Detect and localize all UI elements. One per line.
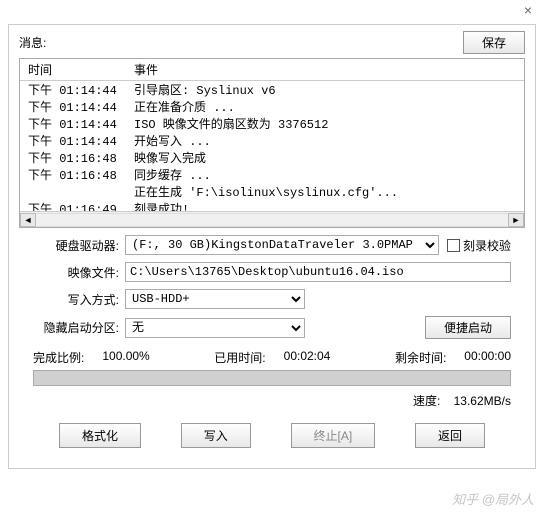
- image-field[interactable]: [125, 262, 511, 282]
- progress-bar: [34, 371, 510, 385]
- panel-header: 消息: 保存: [19, 31, 525, 54]
- mode-label: 写入方式:: [33, 291, 125, 308]
- abort-button[interactable]: 终止[A]: [291, 423, 376, 448]
- log-event: 引导扇区: Syslinux v6: [130, 83, 524, 100]
- percent-value: 100.00%: [102, 349, 149, 366]
- write-button[interactable]: 写入: [181, 423, 251, 448]
- log-row[interactable]: 下午 01:14:44开始写入 ...: [20, 134, 524, 151]
- log-body[interactable]: 下午 01:14:44引导扇区: Syslinux v6下午 01:14:44正…: [20, 81, 524, 211]
- log-row[interactable]: 下午 01:14:44引导扇区: Syslinux v6: [20, 83, 524, 100]
- log-event: 正在准备介质 ...: [130, 100, 524, 117]
- verify-checkbox-wrap[interactable]: 刻录校验: [447, 237, 511, 254]
- log-time: 下午 01:14:44: [20, 83, 130, 100]
- log-event: 开始写入 ...: [130, 134, 524, 151]
- save-button[interactable]: 保存: [463, 31, 525, 54]
- watermark: 知乎 @局外人: [452, 489, 534, 508]
- button-row: 格式化 写入 终止[A] 返回: [59, 423, 485, 448]
- log-event: 映像写入完成: [130, 151, 524, 168]
- col-time-header: 时间: [20, 61, 130, 78]
- format-button[interactable]: 格式化: [59, 423, 141, 448]
- scroll-left-arrow-icon[interactable]: ◄: [20, 213, 36, 227]
- scroll-track[interactable]: [36, 213, 508, 227]
- log-time: 下午 01:16:48: [20, 151, 130, 168]
- conv-boot-button[interactable]: 便捷启动: [425, 316, 511, 339]
- log-row[interactable]: 下午 01:16:48同步缓存 ...: [20, 168, 524, 185]
- close-icon[interactable]: ×: [524, 2, 532, 18]
- log-time: 下午 01:16:49: [20, 202, 130, 211]
- hidden-select[interactable]: 无: [125, 318, 305, 338]
- remain-value: 00:00:00: [464, 349, 511, 366]
- col-event-header: 事件: [130, 61, 524, 78]
- log-row[interactable]: 下午 01:14:44ISO 映像文件的扇区数为 3376512: [20, 117, 524, 134]
- log-event: ISO 映像文件的扇区数为 3376512: [130, 117, 524, 134]
- speed-row: 速度: 13.62MB/s: [33, 392, 511, 409]
- log-time: 下午 01:16:48: [20, 168, 130, 185]
- log-time: 下午 01:14:44: [20, 117, 130, 134]
- log-row[interactable]: 下午 01:16:49刻录成功!: [20, 202, 524, 211]
- drive-select[interactable]: (F:, 30 GB)KingstonDataTraveler 3.0PMAP: [125, 235, 439, 255]
- form: 硬盘驱动器: (F:, 30 GB)KingstonDataTraveler 3…: [33, 235, 511, 339]
- verify-label: 刻录校验: [463, 237, 511, 254]
- log-time: [20, 185, 130, 202]
- log-time: 下午 01:14:44: [20, 100, 130, 117]
- elapsed-label: 已用时间:: [214, 349, 265, 366]
- log-event: 正在生成 'F:\isolinux\syslinux.cfg'...: [130, 185, 524, 202]
- back-button[interactable]: 返回: [415, 423, 485, 448]
- elapsed-value: 00:02:04: [284, 349, 331, 366]
- main-panel: 消息: 保存 时间 事件 下午 01:14:44引导扇区: Syslinux v…: [8, 24, 536, 469]
- titlebar: ×: [0, 0, 544, 20]
- speed-label: 速度:: [413, 394, 440, 408]
- log-header: 时间 事件: [20, 59, 524, 81]
- log-row[interactable]: 正在生成 'F:\isolinux\syslinux.cfg'...: [20, 185, 524, 202]
- log-event: 刻录成功!: [130, 202, 524, 211]
- verify-checkbox[interactable]: [447, 239, 460, 252]
- msg-label: 消息:: [19, 34, 46, 51]
- hidden-label: 隐藏启动分区:: [33, 319, 125, 336]
- log-row[interactable]: 下午 01:16:48映像写入完成: [20, 151, 524, 168]
- mode-select[interactable]: USB-HDD+: [125, 289, 305, 309]
- speed-value: 13.62MB/s: [454, 394, 511, 408]
- scroll-right-arrow-icon[interactable]: ►: [508, 213, 524, 227]
- log-time: 下午 01:14:44: [20, 134, 130, 151]
- status-row: 完成比例: 100.00% 已用时间: 00:02:04 剩余时间: 00:00…: [33, 349, 511, 366]
- image-label: 映像文件:: [33, 264, 125, 281]
- percent-label: 完成比例:: [33, 349, 84, 366]
- horizontal-scrollbar[interactable]: ◄ ►: [20, 211, 524, 227]
- remain-label: 剩余时间:: [395, 349, 446, 366]
- log-box: 时间 事件 下午 01:14:44引导扇区: Syslinux v6下午 01:…: [19, 58, 525, 228]
- progress-bar-wrap: [33, 370, 511, 386]
- log-row[interactable]: 下午 01:14:44正在准备介质 ...: [20, 100, 524, 117]
- drive-label: 硬盘驱动器:: [33, 237, 125, 254]
- log-event: 同步缓存 ...: [130, 168, 524, 185]
